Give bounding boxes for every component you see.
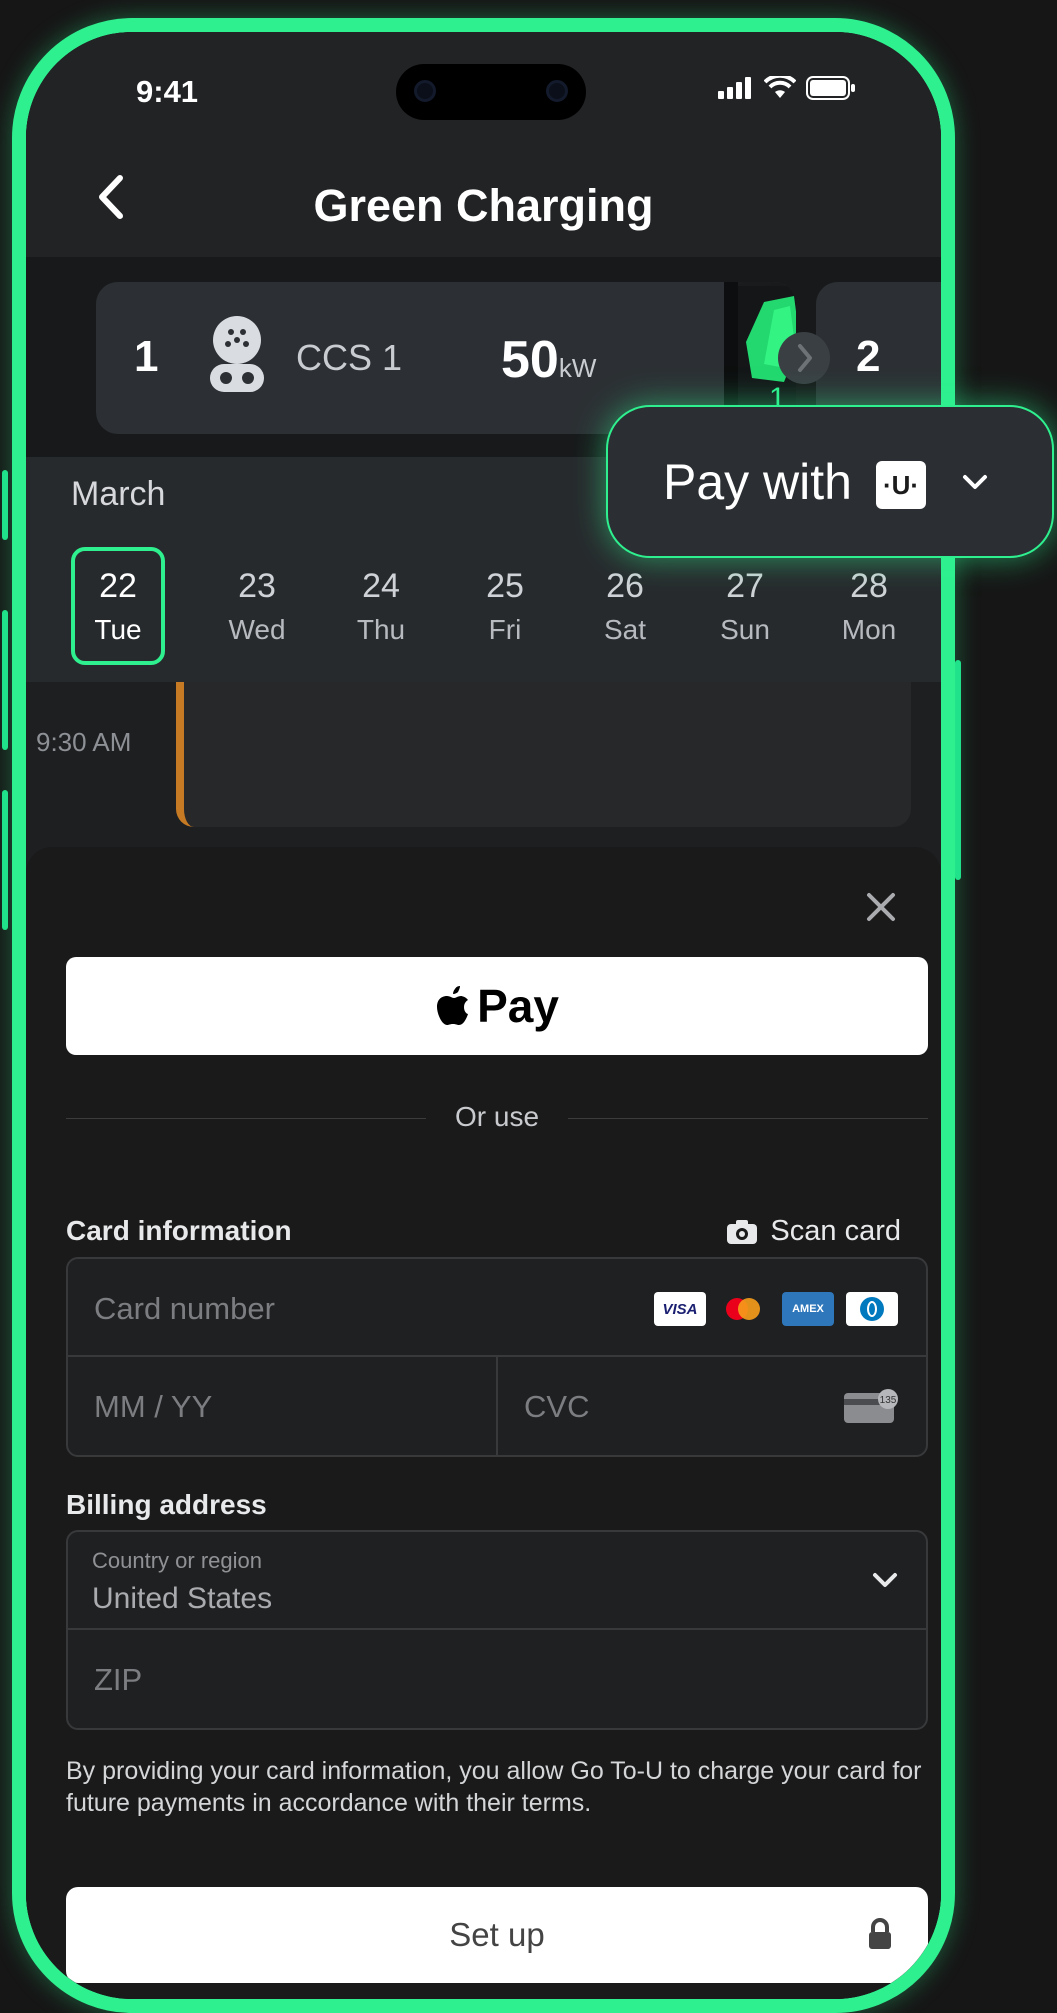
day-of-week: Mon xyxy=(841,614,897,645)
consent-text: By providing your card information, you … xyxy=(66,1757,922,1817)
card-number-field[interactable]: Card number VISA AMEX xyxy=(68,1259,926,1357)
apple-logo-icon xyxy=(437,986,469,1025)
day-of-week: Sun xyxy=(720,614,770,645)
amex-icon: AMEX xyxy=(782,1292,834,1326)
scan-card-label: Scan card xyxy=(770,1215,901,1247)
card-fields: Card number VISA AMEX MM / YY CVC 135 xyxy=(66,1257,928,1457)
card-info-label: Card information xyxy=(66,1215,292,1246)
apple-pay-label: Pay xyxy=(477,980,559,1032)
payment-sheet: Pay Or use Card information Scan card Ca… xyxy=(26,847,941,1999)
connector-power: 50kW xyxy=(501,330,596,390)
slot-time-label: 9:30 AM xyxy=(36,727,132,757)
app-header: Green Charging xyxy=(26,142,941,257)
chevron-right-icon xyxy=(798,344,812,372)
chevron-down-icon xyxy=(873,1573,897,1587)
set-up-button[interactable]: Set up xyxy=(66,1887,928,1983)
day-26[interactable]: 26 Sat xyxy=(567,547,683,665)
country-label: Country or region xyxy=(92,1548,262,1573)
page-title: Green Charging xyxy=(313,180,654,231)
chevron-down-icon xyxy=(963,475,987,489)
card-number-placeholder: Card number xyxy=(94,1291,275,1326)
pay-with-label: Pay with xyxy=(663,454,852,510)
apple-pay-button[interactable]: Pay xyxy=(66,957,928,1055)
connector-power-unit: kW xyxy=(558,353,597,383)
or-use-label: Or use xyxy=(454,1101,540,1132)
status-time: 9:41 xyxy=(136,74,199,109)
battery-icon xyxy=(806,76,855,100)
booking-slot[interactable] xyxy=(176,682,911,827)
dynamic-island xyxy=(396,64,586,120)
day-25[interactable]: 25 Fri xyxy=(443,547,567,665)
set-up-label: Set up xyxy=(449,1916,545,1953)
expiry-placeholder: MM / YY xyxy=(94,1389,213,1424)
expiry-field[interactable]: MM / YY xyxy=(68,1357,498,1455)
ccs-plug-icon xyxy=(206,314,268,399)
day-number: 28 xyxy=(850,567,888,605)
connector-type: CCS 1 xyxy=(296,337,403,378)
day-number: 26 xyxy=(606,567,644,605)
mastercard-icon xyxy=(718,1292,770,1326)
wifi-icon xyxy=(764,76,796,98)
next-connector-button[interactable] xyxy=(778,332,830,384)
visa-icon: VISA xyxy=(654,1292,706,1326)
scan-card-button[interactable]: Scan card xyxy=(726,1215,901,1248)
phone-side-button-1 xyxy=(2,470,8,540)
connector-power-value: 50 xyxy=(501,331,559,389)
sensor-icon xyxy=(546,80,568,102)
phone-side-button-3 xyxy=(2,790,8,930)
zip-placeholder: ZIP xyxy=(94,1662,143,1697)
cvc-icon-text: 135 xyxy=(880,1395,897,1406)
billing-fields: Country or region United States ZIP xyxy=(66,1530,928,1730)
day-of-week: Fri xyxy=(488,614,522,645)
connector-index-2: 2 xyxy=(856,332,881,381)
cvc-field[interactable]: CVC 135 xyxy=(498,1357,926,1455)
divider-line-right xyxy=(568,1118,928,1119)
day-of-week: Sat xyxy=(603,614,647,645)
day-number: 23 xyxy=(238,567,276,605)
phone-side-button-2 xyxy=(2,610,8,750)
signal-icon xyxy=(718,77,751,99)
diners-icon xyxy=(846,1292,898,1326)
lock-icon xyxy=(869,1918,891,1949)
day-of-week: Wed xyxy=(228,614,286,645)
camera-icon xyxy=(414,80,436,102)
phone-side-button-power xyxy=(955,660,961,880)
cvc-card-icon: 135 xyxy=(844,1389,898,1423)
day-24[interactable]: 24 Thu xyxy=(319,547,443,665)
close-icon xyxy=(867,893,895,921)
expiry-cvc-row: MM / YY CVC 135 xyxy=(68,1357,926,1455)
close-button[interactable] xyxy=(861,887,901,927)
day-list: 22 Tue 23 Wed 24 Thu 25 Fri 26 Sat 27 Su… xyxy=(71,547,931,665)
day-23[interactable]: 23 Wed xyxy=(195,547,319,665)
phone-frame: 9:41 Green Charging 1 CCS 1 50kW 1 2 Mar… xyxy=(12,18,955,2013)
connector-index: 1 xyxy=(134,332,159,381)
pay-with-selector[interactable]: Pay with ·U· xyxy=(606,405,1054,558)
country-select[interactable]: Country or region United States xyxy=(68,1532,926,1630)
schedule-timeline: 9:30 AM xyxy=(26,682,941,862)
app-screen: 9:41 Green Charging 1 CCS 1 50kW 1 2 Mar… xyxy=(26,32,941,1999)
day-of-week: Thu xyxy=(356,614,406,645)
status-icons xyxy=(718,76,856,100)
day-27[interactable]: 27 Sun xyxy=(683,547,807,665)
or-divider: Or use xyxy=(66,1097,928,1137)
day-number: 24 xyxy=(362,567,400,605)
day-28[interactable]: 28 Mon xyxy=(807,547,931,665)
cvc-placeholder: CVC xyxy=(524,1389,590,1424)
day-number: 22 xyxy=(99,567,137,605)
card-brand-logos: VISA AMEX xyxy=(654,1292,898,1326)
day-22[interactable]: 22 Tue xyxy=(71,547,165,665)
camera-icon xyxy=(727,1219,758,1244)
day-number: 25 xyxy=(486,567,524,605)
month-label: March xyxy=(71,475,166,513)
day-number: 27 xyxy=(726,567,764,605)
country-value: United States xyxy=(92,1582,273,1615)
go-to-u-logo-icon: ·U· xyxy=(876,461,926,509)
zip-field[interactable]: ZIP xyxy=(68,1630,926,1728)
day-of-week: Tue xyxy=(94,614,142,645)
billing-address-label: Billing address xyxy=(66,1489,267,1520)
status-bar: 9:41 xyxy=(26,32,941,142)
